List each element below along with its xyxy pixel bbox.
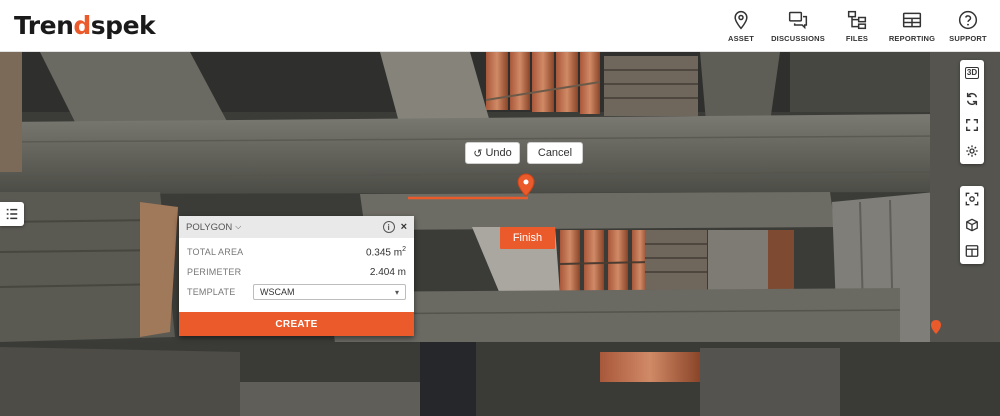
template-select[interactable]: WSCAM ▾ (253, 284, 406, 300)
total-area-value: 0.345 m2 (365, 245, 406, 259)
close-icon[interactable]: × (401, 221, 407, 233)
cube-icon (966, 218, 978, 232)
nav-asset-label: ASSET (727, 33, 754, 43)
tools-toolbar (960, 186, 984, 264)
split-view-button[interactable] (960, 238, 984, 264)
template-select-value: WSCAM (260, 287, 295, 297)
template-label: TEMPLATE (187, 287, 236, 297)
undo-button[interactable]: ↺ Undo (465, 142, 520, 164)
measure-mode-dropdown[interactable]: POLYGON ⌵ (186, 222, 383, 233)
settings-icon (966, 145, 978, 157)
create-button[interactable]: CREATE (179, 312, 414, 336)
perimeter-value: 2.404 m (369, 266, 406, 278)
settings-button[interactable] (960, 138, 984, 164)
top-header: Trendspek ASSET DISCUSSIONS FILES REPORT… (0, 0, 1000, 52)
info-icon[interactable]: i (382, 221, 395, 233)
3d-view-button[interactable]: 3D (960, 60, 984, 86)
trendspek-logo[interactable]: Trendspek (14, 11, 156, 40)
cube-button[interactable] (960, 212, 984, 238)
measure-mode-label: POLYGON (186, 221, 233, 233)
table-icon (902, 12, 922, 27)
template-row: TEMPLATE WSCAM ▾ (179, 282, 414, 302)
fullscreen-button[interactable] (960, 112, 984, 138)
undo-label: Undo (485, 147, 512, 159)
help-circle-icon (958, 10, 978, 29)
nav-discussions[interactable]: DISCUSSIONS (764, 0, 832, 52)
nav-reporting[interactable]: REPORTING (882, 0, 942, 52)
chevron-down-icon: ⌵ (235, 222, 242, 231)
undo-icon: ↺ (473, 147, 483, 160)
rotate-button[interactable] (960, 86, 984, 112)
nav-files[interactable]: FILES (832, 0, 882, 52)
list-toggle-icon (6, 208, 18, 220)
finish-button[interactable]: Finish (500, 227, 555, 249)
nav-reporting-label: REPORTING (888, 33, 936, 43)
panel-header: POLYGON ⌵ i × (179, 216, 414, 238)
nav-files-label: FILES (845, 33, 869, 43)
nav-asset[interactable]: ASSET (718, 0, 764, 52)
cancel-button[interactable]: Cancel (527, 142, 583, 164)
perimeter-label: PERIMETER (187, 267, 242, 277)
total-area-row: TOTAL AREA 0.345 m2 (179, 242, 414, 262)
view-toolbar: 3D (960, 60, 984, 164)
nav-support[interactable]: SUPPORT (942, 0, 994, 52)
map-pin-icon (734, 10, 748, 29)
chat-bubbles-icon (788, 11, 808, 29)
focus-button[interactable] (960, 186, 984, 212)
nav-discussions-label: DISCUSSIONS (771, 33, 825, 43)
perimeter-row: PERIMETER 2.404 m (179, 262, 414, 282)
total-area-label: TOTAL AREA (187, 247, 244, 257)
rotate-icon (966, 92, 978, 106)
nav-support-label: SUPPORT (949, 33, 987, 43)
polygon-measure-panel: POLYGON ⌵ i × TOTAL AREA 0.345 m2 PERIMET… (179, 216, 414, 336)
point-cloud-viewport[interactable]: 3D ↺ Undo Cancel Finish POLYGON ⌵ i × TO… (0, 52, 1000, 416)
main-nav: ASSET DISCUSSIONS FILES REPORTING SUPPOR… (718, 0, 994, 52)
focus-icon (965, 192, 979, 206)
fullscreen-icon (966, 119, 978, 131)
caret-down-icon: ▾ (394, 287, 399, 297)
layers-toggle-button[interactable] (0, 202, 24, 226)
split-view-icon (965, 245, 979, 257)
folder-tree-icon (847, 10, 867, 29)
3d-view-icon: 3D (964, 67, 980, 79)
